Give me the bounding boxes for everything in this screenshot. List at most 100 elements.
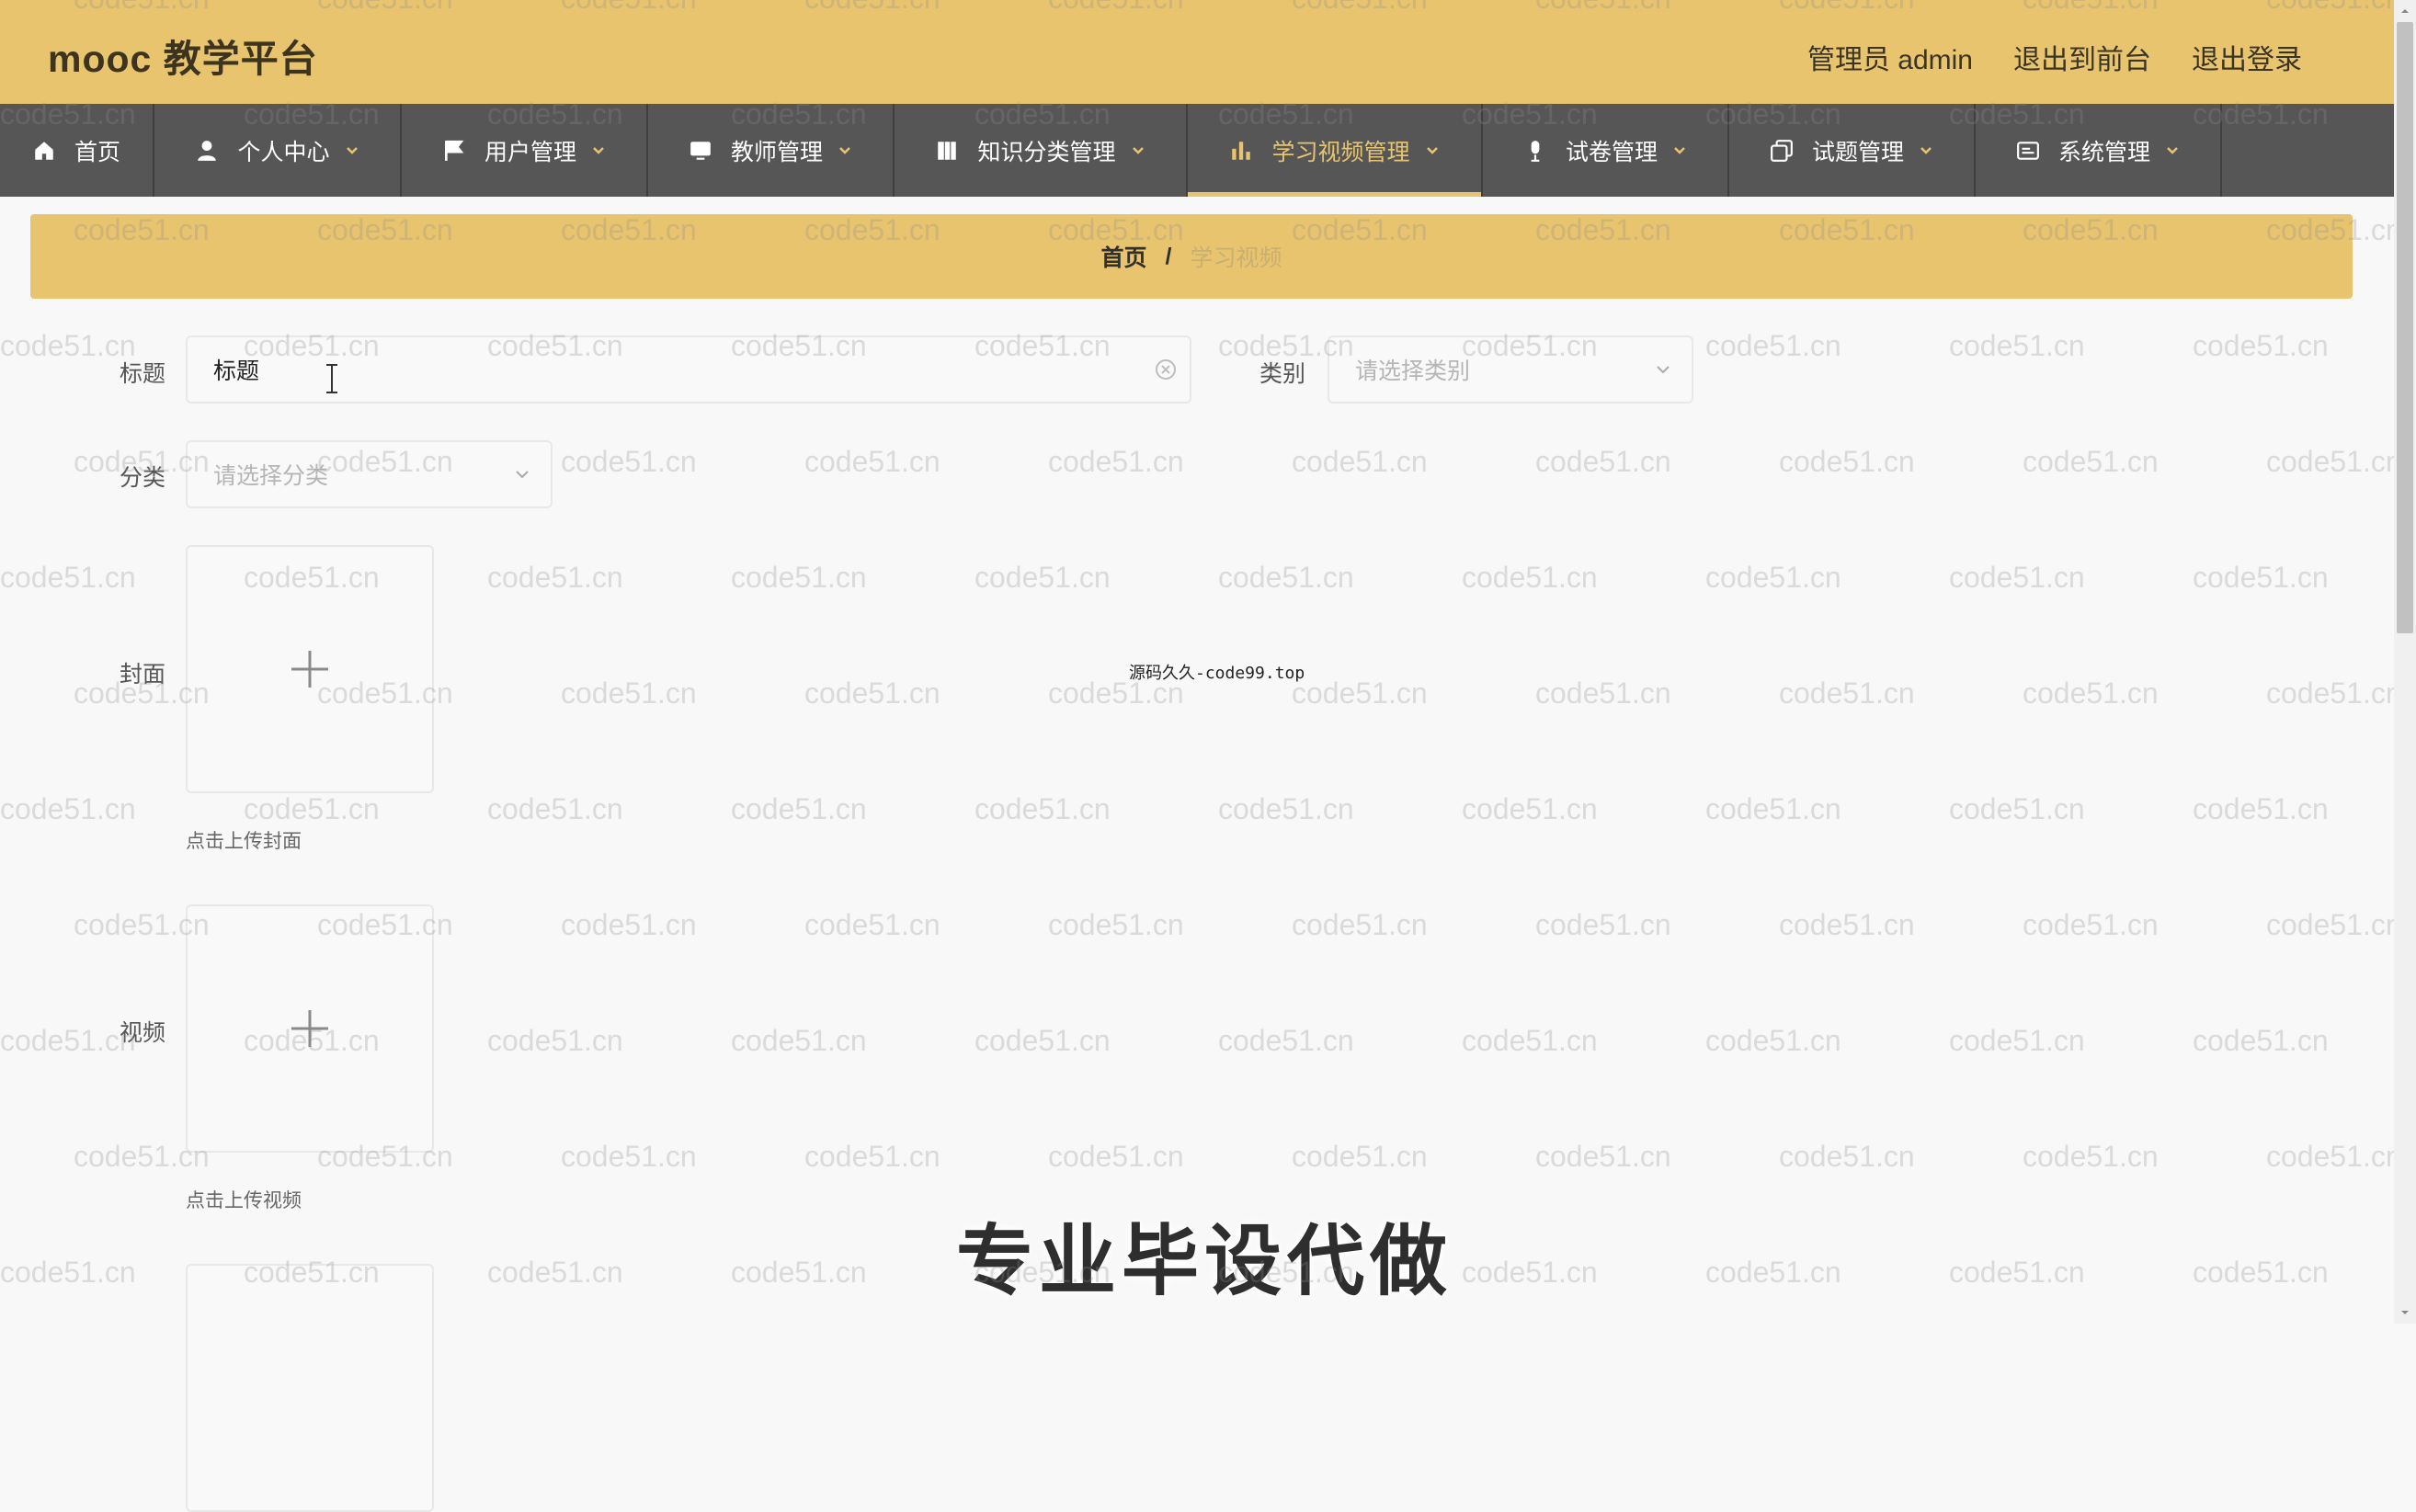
chevron-down-icon [345,143,359,158]
nav-item-knowledge-category[interactable]: 知识分类管理 [895,104,1188,197]
watermark-text: code51.cn [1462,1024,1598,1057]
chevron-down-icon [838,143,852,158]
scrollbar-thumb[interactable] [2397,22,2413,633]
breadcrumb-home[interactable]: 首页 [1101,240,1147,273]
classify-placeholder: 请选择分类 [213,463,329,489]
watermark-text: code51.cn [487,1024,623,1057]
watermark-text: code51.cn [2266,908,2394,941]
watermark-text: code51.cn [1048,445,1184,478]
nav-item-question-management[interactable]: 试题管理 [1729,104,1976,197]
chevron-down-icon [1131,143,1145,158]
video-upload-button[interactable] [186,904,434,1153]
promo-banner: 专业毕设代做 [956,1218,1453,1304]
nav-item-label: 首页 [74,139,120,165]
classify-select[interactable]: 请选择分类 [186,440,553,508]
next-upload-button[interactable] [186,1264,434,1512]
clear-icon[interactable] [1155,358,1177,381]
nav-item-label: 个人中心 [237,139,330,165]
watermark-text: code51.cn [804,445,940,478]
copy-icon [1770,139,1794,163]
chevron-down-icon [1425,143,1440,158]
video-upload-hint: 点击上传视频 [186,1190,302,1211]
watermark-text: code51.cn [1779,445,1915,478]
title-input-value: 标题 [213,358,260,384]
watermark-text: code51.cn [731,561,867,594]
watermark-text: code51.cn [2193,329,2329,362]
watermark-text: code51.cn [561,908,697,941]
watermark-text: code51.cn [1048,908,1184,941]
watermark-text: code51.cn [1462,1256,1598,1289]
watermark-text: code51.cn [1705,1024,1841,1057]
classify-label: 分类 [119,465,165,491]
header-links: 管理员 admin 退出到前台 退出登录 [1807,37,2302,77]
watermark-text: code51.cn [487,792,623,825]
watermark-text: code51.cn [1292,908,1428,941]
cover-upload-button[interactable] [186,545,434,793]
nav-item-system-management[interactable]: 系统管理 [1976,104,2222,197]
top-header: mooc 教学平台 管理员 admin 退出到前台 退出登录 [0,0,2394,104]
main-nav: 首页 个人中心 用户管理 教师管理 知识分类管理 学习视频管理 试卷管理 试题管… [0,104,2394,197]
watermark-text: code51.cn [0,792,136,825]
watermark-text: code51.cn [804,676,940,710]
watermark-text: code51.cn [1462,792,1598,825]
watermark-text: code51.cn [2266,1140,2394,1173]
watermark-text: code51.cn [1949,1256,2085,1289]
nav-item-user-management[interactable]: 用户管理 [402,104,648,197]
watermark-text: code51.cn [244,792,380,825]
nav-item-exam-paper[interactable]: 试卷管理 [1483,104,1729,197]
watermark-text: code51.cn [1779,676,1915,710]
watermark-text: code51.cn [2023,445,2159,478]
plus-icon [291,1010,328,1047]
watermark-text: code51.cn [0,561,136,594]
watermark-text: code51.cn [2266,676,2394,710]
watermark-text: code51.cn [1292,1140,1428,1173]
nav-item-label: 教师管理 [730,139,823,165]
watermark-text: code51.cn [731,1256,867,1289]
scroll-down-arrow-icon[interactable] [2394,1302,2416,1324]
watermark-text: code51.cn [1292,676,1428,710]
watermark-text: code51.cn [487,1256,623,1289]
nav-item-label: 系统管理 [2057,139,2150,165]
watermark-text: code51.cn [974,1024,1111,1057]
chevron-down-icon [1919,143,1933,158]
nav-item-label: 试题管理 [1811,139,1904,165]
watermark-text: code51.cn [804,908,940,941]
watermark-text: code51.cn [974,792,1111,825]
center-note: 源码久久-code99.top [1129,664,1305,683]
nav-item-video-management[interactable]: 学习视频管理 [1188,104,1483,197]
scroll-up-arrow-icon[interactable] [2394,0,2416,22]
admin-user-label: 管理员 admin [1806,45,1973,75]
watermark-text: code51.cn [974,561,1111,594]
vertical-scrollbar[interactable] [2394,0,2416,1324]
title-label: 标题 [119,361,165,387]
card-icon [2016,139,2040,163]
watermark-text: code51.cn [731,1024,867,1057]
nav-item-personal-center[interactable]: 个人中心 [154,104,402,197]
category-placeholder: 请选择类别 [1355,358,1471,384]
nav-item-home[interactable]: 首页 [0,104,154,197]
exit-to-front-link[interactable]: 退出到前台 [2013,37,2151,77]
watermark-text: code51.cn [1535,445,1671,478]
watermark-text: code51.cn [561,676,697,710]
nav-item-label: 试卷管理 [1565,139,1658,165]
cover-label: 封面 [119,662,165,688]
watermark-text: code51.cn [1705,1256,1841,1289]
nav-item-label: 学习视频管理 [1271,139,1410,165]
microphone-icon [1523,139,1547,163]
watermark-text: code51.cn [2193,1024,2329,1057]
bar-chart-icon [1229,139,1253,163]
nav-item-teacher-management[interactable]: 教师管理 [648,104,895,197]
category-select[interactable]: 请选择类别 [1328,335,1693,404]
chevron-down-icon [591,143,606,158]
watermark-text: code51.cn [2023,1140,2159,1173]
watermark-text: code51.cn [804,1140,940,1173]
watermark-text: code51.cn [1705,792,1841,825]
watermark-text: code51.cn [1292,445,1428,478]
watermark-text: code51.cn [1705,329,1841,362]
watermark-text: code51.cn [1462,561,1598,594]
watermark-text: code51.cn [2023,908,2159,941]
logout-link[interactable]: 退出登录 [2192,37,2302,77]
plus-icon [291,651,328,688]
breadcrumb-separator: / [1165,243,1172,269]
watermark-text: code51.cn [1535,908,1671,941]
